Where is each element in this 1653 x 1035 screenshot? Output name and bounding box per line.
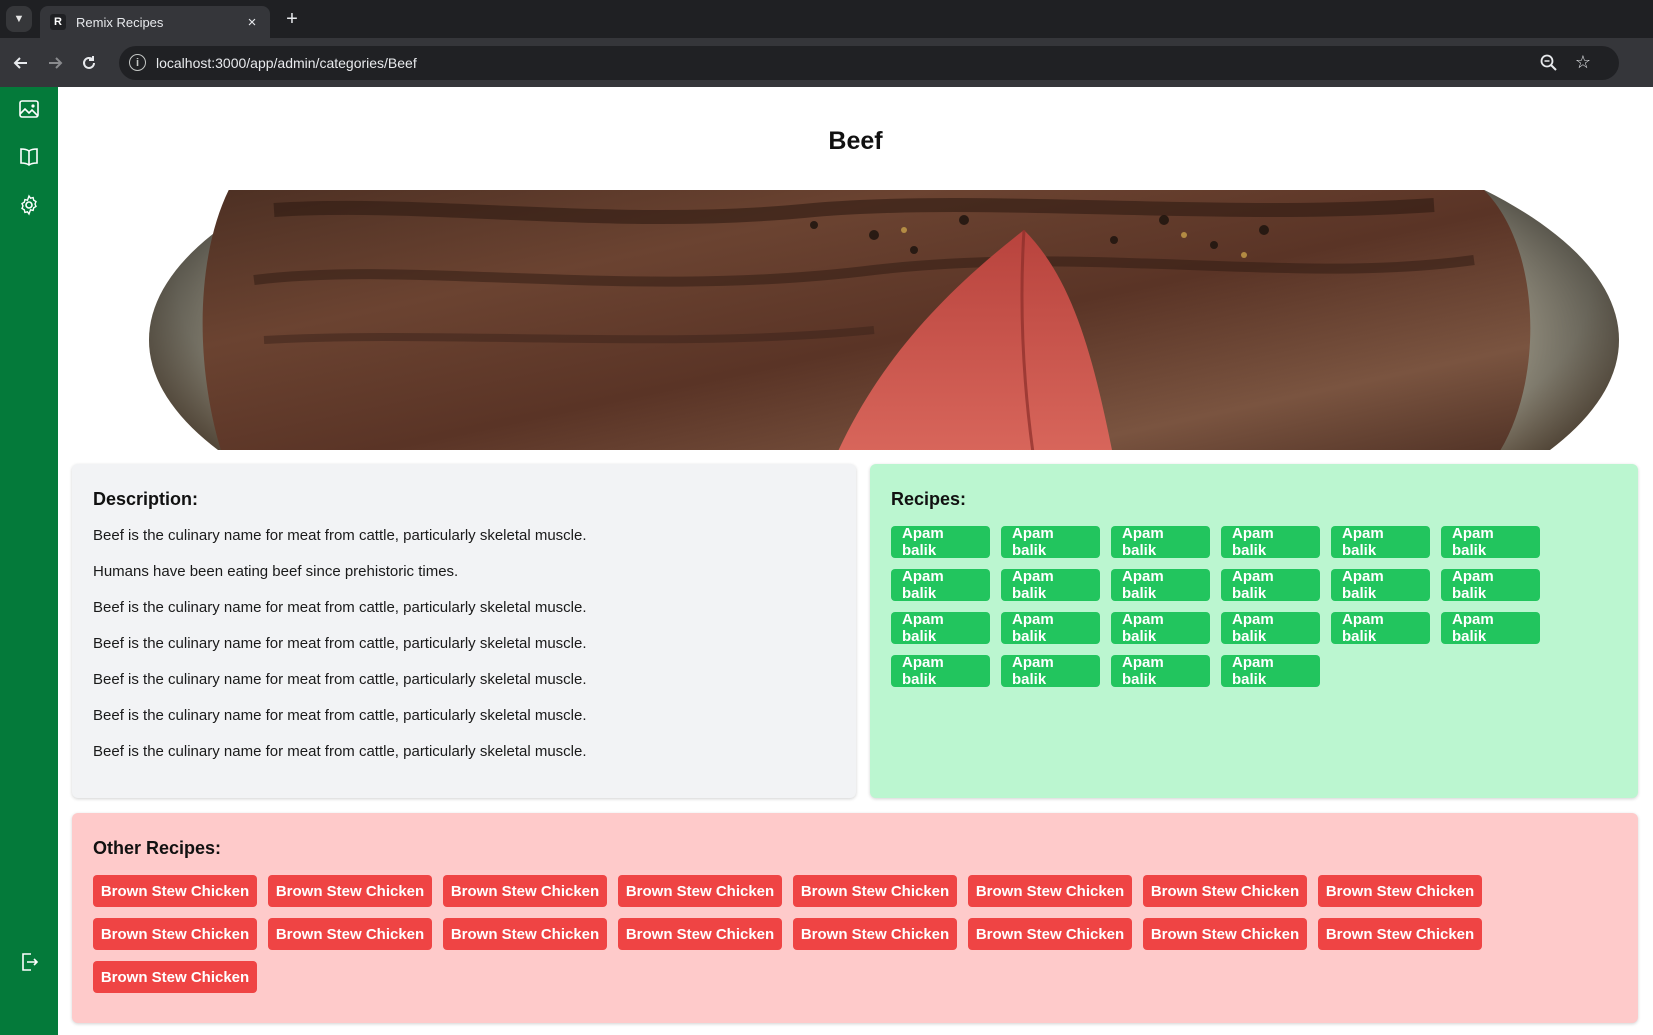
recipes-list: Apam balik Apam balik Apam balik Apam ba… [891, 525, 1617, 698]
other-recipe-link[interactable]: Brown Stew Chicken [968, 875, 1132, 907]
tab-search-button[interactable]: ▼ [6, 6, 32, 32]
other-recipes-heading: Other Recipes: [93, 838, 222, 858]
recipes-heading: Recipes: [891, 489, 967, 509]
other-recipes-card: Other Recipes: Brown Stew Chicken Brown … [72, 813, 1638, 1023]
other-recipe-link[interactable]: Brown Stew Chicken [1318, 875, 1482, 907]
recipe-link[interactable]: Apam balik [891, 525, 990, 559]
browser-toolbar: i localhost:3000/app/admin/categories/Be… [0, 38, 1653, 87]
reload-icon[interactable] [77, 51, 101, 75]
app-sidebar [0, 87, 58, 1035]
recipe-link[interactable]: Apam balik [1221, 654, 1320, 688]
recipe-link[interactable]: Apam balik [1111, 568, 1210, 602]
other-recipe-link[interactable]: Brown Stew Chicken [793, 918, 957, 950]
recipe-link[interactable]: Apam balik [891, 654, 990, 688]
zoom-icon[interactable] [1539, 53, 1559, 73]
recipe-link[interactable]: Apam balik [1441, 568, 1540, 602]
other-recipe-link[interactable]: Brown Stew Chicken [268, 875, 432, 907]
image-icon[interactable] [17, 97, 41, 121]
recipe-link[interactable]: Apam balik [1001, 525, 1100, 559]
recipes-card: Recipes: Apam balik Apam balik Apam bali… [870, 464, 1638, 798]
url-text[interactable]: localhost:3000/app/admin/categories/Beef [156, 55, 417, 71]
recipe-link[interactable]: Apam balik [1441, 611, 1540, 645]
browser-tab[interactable]: R Remix Recipes × [40, 6, 270, 38]
recipe-link[interactable]: Apam balik [1111, 611, 1210, 645]
gear-icon[interactable] [17, 193, 41, 217]
bookmark-star-icon[interactable]: ☆ [1575, 52, 1591, 73]
remix-favicon-icon: R [50, 14, 66, 30]
other-recipe-link[interactable]: Brown Stew Chicken [443, 918, 607, 950]
description-line: Beef is the culinary name for meat from … [93, 599, 587, 616]
tab-title: Remix Recipes [76, 14, 164, 30]
other-recipe-link[interactable]: Brown Stew Chicken [618, 875, 782, 907]
recipe-link[interactable]: Apam balik [1441, 525, 1540, 559]
address-bar[interactable]: i localhost:3000/app/admin/categories/Be… [119, 46, 1619, 80]
recipe-link[interactable]: Apam balik [1001, 654, 1100, 688]
recipe-link[interactable]: Apam balik [1221, 568, 1320, 602]
recipe-link[interactable]: Apam balik [1221, 611, 1320, 645]
recipe-link[interactable]: Apam balik [1331, 611, 1430, 645]
recipe-link[interactable]: Apam balik [1221, 525, 1320, 559]
description-heading: Description: [93, 489, 199, 509]
other-recipe-link[interactable]: Brown Stew Chicken [1318, 918, 1482, 950]
forward-arrow-icon[interactable] [43, 51, 67, 75]
description-line: Beef is the culinary name for meat from … [93, 707, 587, 724]
recipe-link[interactable]: Apam balik [891, 568, 990, 602]
recipe-link[interactable]: Apam balik [1001, 611, 1100, 645]
category-hero-image [129, 190, 1649, 450]
main-content: Beef Description: Beef is the culinary n… [58, 87, 1653, 1035]
tab-close-icon[interactable]: × [244, 14, 260, 31]
description-line: Humans have been eating beef since prehi… [93, 563, 459, 580]
description-card: Description: Beef is the culinary name f… [72, 464, 856, 798]
recipe-link[interactable]: Apam balik [891, 611, 990, 645]
other-recipe-link[interactable]: Brown Stew Chicken [1143, 918, 1307, 950]
description-line: Beef is the culinary name for meat from … [93, 671, 587, 688]
site-info-icon[interactable]: i [129, 54, 146, 71]
description-line: Beef is the culinary name for meat from … [93, 527, 587, 544]
other-recipe-link[interactable]: Brown Stew Chicken [793, 875, 957, 907]
other-recipe-link[interactable]: Brown Stew Chicken [93, 961, 257, 993]
browser-tab-bar: ▼ R Remix Recipes × + [0, 0, 1653, 38]
other-recipes-list: Brown Stew Chicken Brown Stew Chicken Br… [93, 875, 1617, 1004]
book-icon[interactable] [17, 145, 41, 169]
logout-icon[interactable] [17, 950, 41, 974]
other-recipe-link[interactable]: Brown Stew Chicken [1143, 875, 1307, 907]
other-recipe-link[interactable]: Brown Stew Chicken [618, 918, 782, 950]
other-recipe-link[interactable]: Brown Stew Chicken [93, 875, 257, 907]
new-tab-button[interactable]: + [281, 8, 303, 30]
recipe-link[interactable]: Apam balik [1111, 654, 1210, 688]
recipe-link[interactable]: Apam balik [1331, 525, 1430, 559]
other-recipe-link[interactable]: Brown Stew Chicken [93, 918, 257, 950]
recipe-link[interactable]: Apam balik [1331, 568, 1430, 602]
page-title: Beef [828, 127, 883, 155]
other-recipe-link[interactable]: Brown Stew Chicken [968, 918, 1132, 950]
other-recipe-link[interactable]: Brown Stew Chicken [443, 875, 607, 907]
back-arrow-icon[interactable] [9, 51, 33, 75]
recipe-link[interactable]: Apam balik [1111, 525, 1210, 559]
description-line: Beef is the culinary name for meat from … [93, 635, 587, 652]
recipe-link[interactable]: Apam balik [1001, 568, 1100, 602]
other-recipe-link[interactable]: Brown Stew Chicken [268, 918, 432, 950]
description-line: Beef is the culinary name for meat from … [93, 743, 587, 760]
